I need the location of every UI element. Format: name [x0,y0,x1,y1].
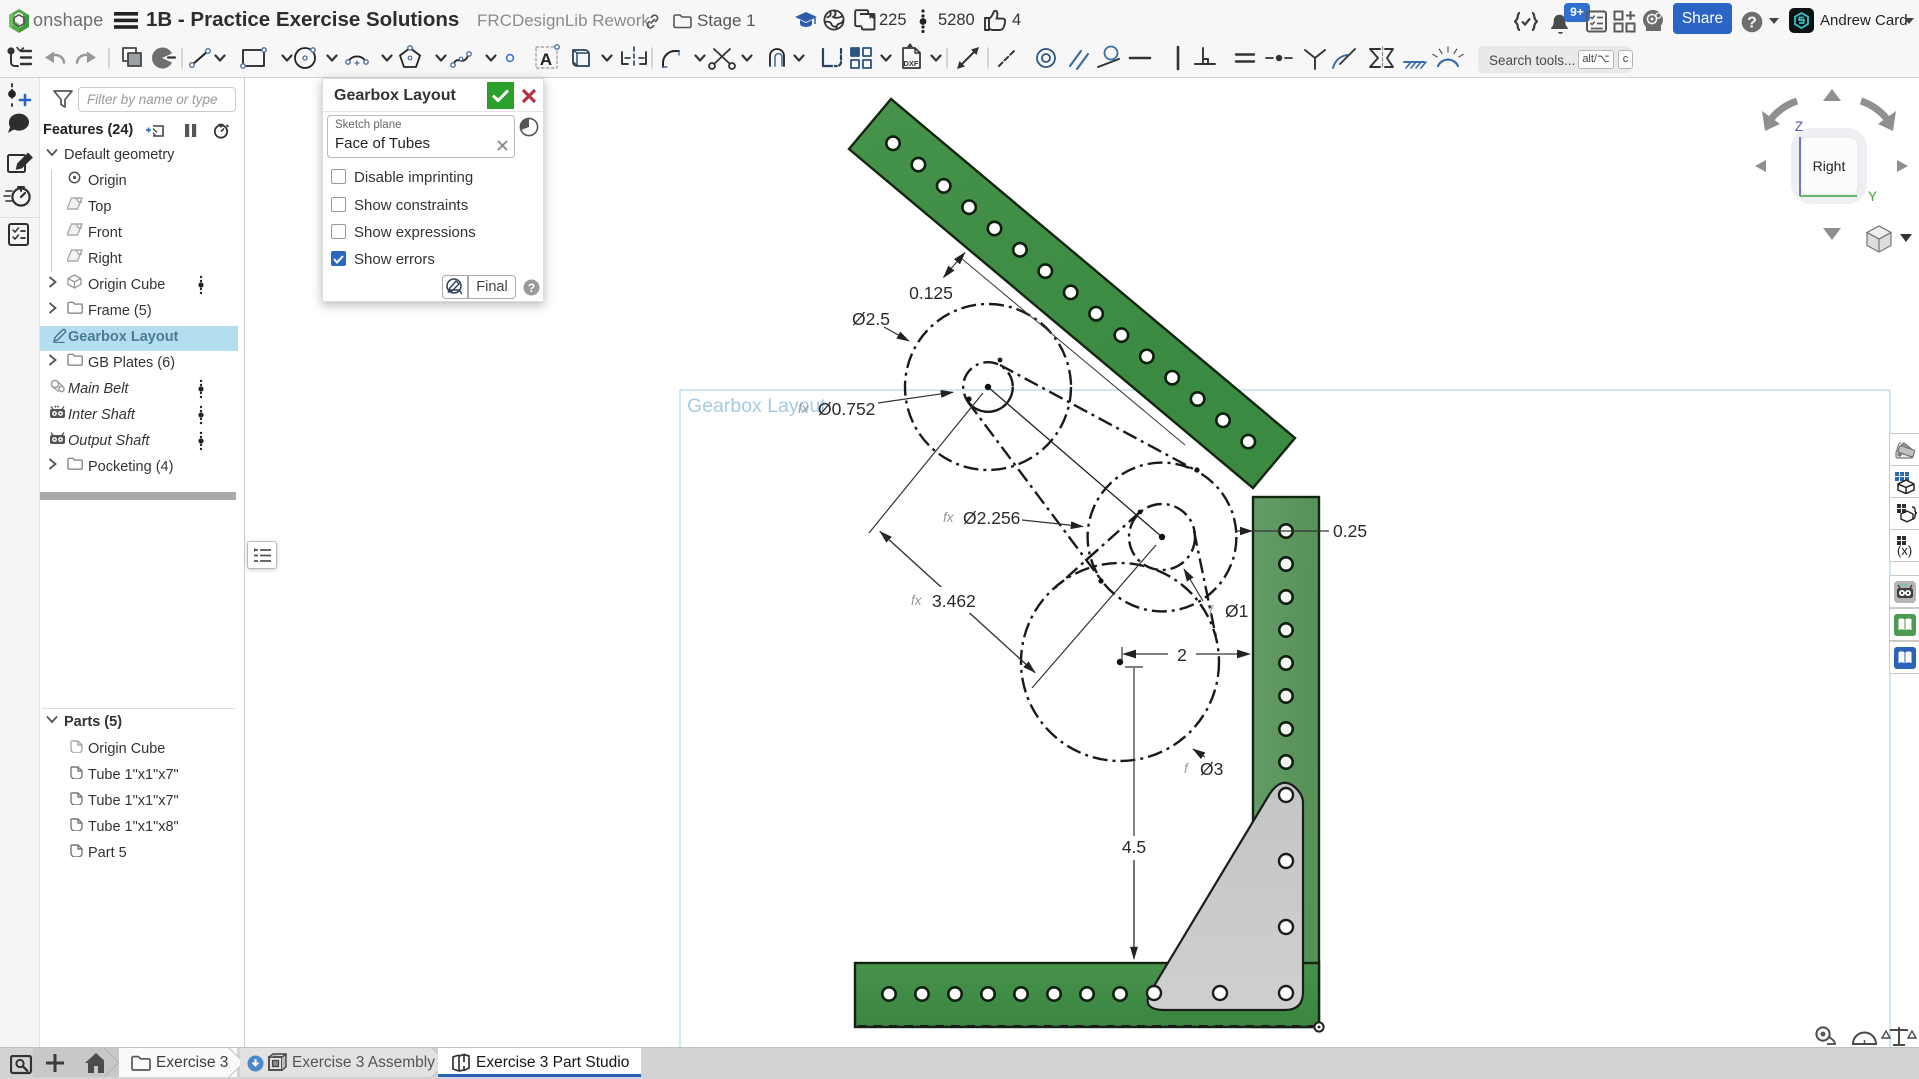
svg-text:Ø3: Ø3 [1200,759,1223,779]
svg-text:0.25: 0.25 [1333,521,1367,541]
svg-text:3.462: 3.462 [932,591,976,611]
svg-text:fx: fx [943,510,955,525]
svg-text:fx: fx [911,593,923,608]
svg-text:f: f [1184,761,1189,776]
svg-text:Y: Y [1868,189,1877,204]
svg-text:A: A [540,50,552,69]
svg-text:2: 2 [1177,645,1187,665]
svg-text:o o: o o [1900,583,1907,589]
svg-text:(x): (x) [1897,543,1912,558]
svg-text:0.125: 0.125 [909,283,953,303]
svg-text:Z: Z [1795,119,1803,134]
svg-text:?: ? [1747,15,1757,32]
svg-text:fx: fx [798,401,810,416]
svg-text:?: ? [528,281,535,295]
svg-text:Ø2.256: Ø2.256 [963,508,1020,528]
svg-text:Ø2.5: Ø2.5 [852,309,890,329]
svg-text:4.5: 4.5 [1122,837,1146,857]
svg-text:Right: Right [1813,158,1846,174]
svg-text:Ø0.752: Ø0.752 [818,399,875,419]
svg-text:●●: ●● [54,405,60,409]
svg-text:Ø1: Ø1 [1225,601,1248,621]
svg-text:f: f [1209,603,1214,618]
svg-text:DXF: DXF [904,59,919,68]
